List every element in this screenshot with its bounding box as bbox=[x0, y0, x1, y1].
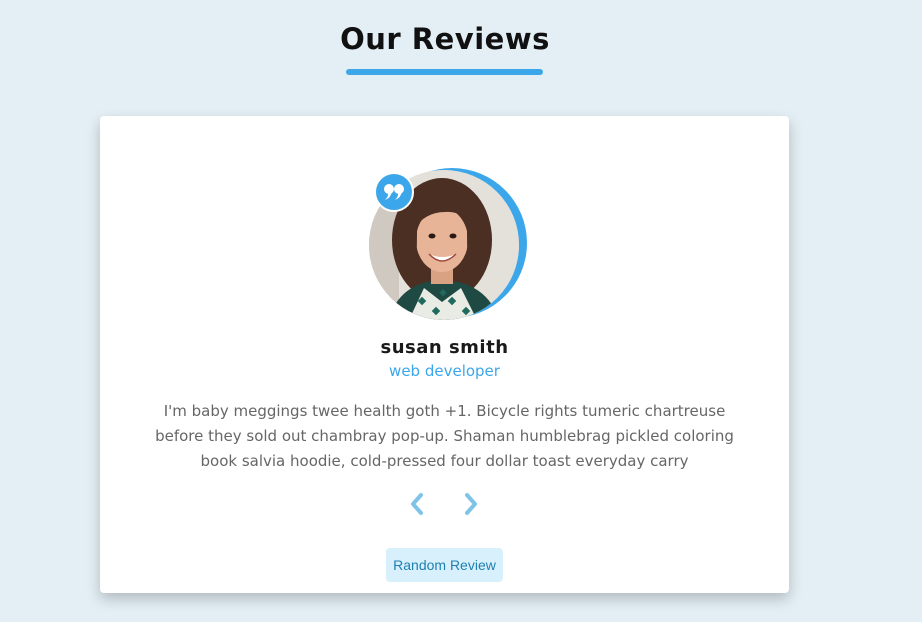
page-title: Our Reviews bbox=[340, 22, 550, 56]
review-card: susan smith web developer I'm baby meggi… bbox=[100, 116, 789, 593]
chevron-right-icon bbox=[465, 493, 477, 515]
quote-icon bbox=[374, 172, 414, 212]
reviewer-job: web developer bbox=[389, 362, 500, 380]
chevron-left-icon bbox=[411, 493, 423, 515]
review-text: I'm baby meggings twee health goth +1. B… bbox=[155, 402, 734, 470]
title-underline bbox=[346, 69, 543, 75]
next-button[interactable] bbox=[459, 491, 483, 517]
prev-button[interactable] bbox=[405, 491, 429, 517]
random-review-button[interactable]: Random Review bbox=[386, 548, 503, 582]
avatar-container bbox=[369, 168, 527, 320]
reviewer-name: susan smith bbox=[380, 337, 509, 358]
